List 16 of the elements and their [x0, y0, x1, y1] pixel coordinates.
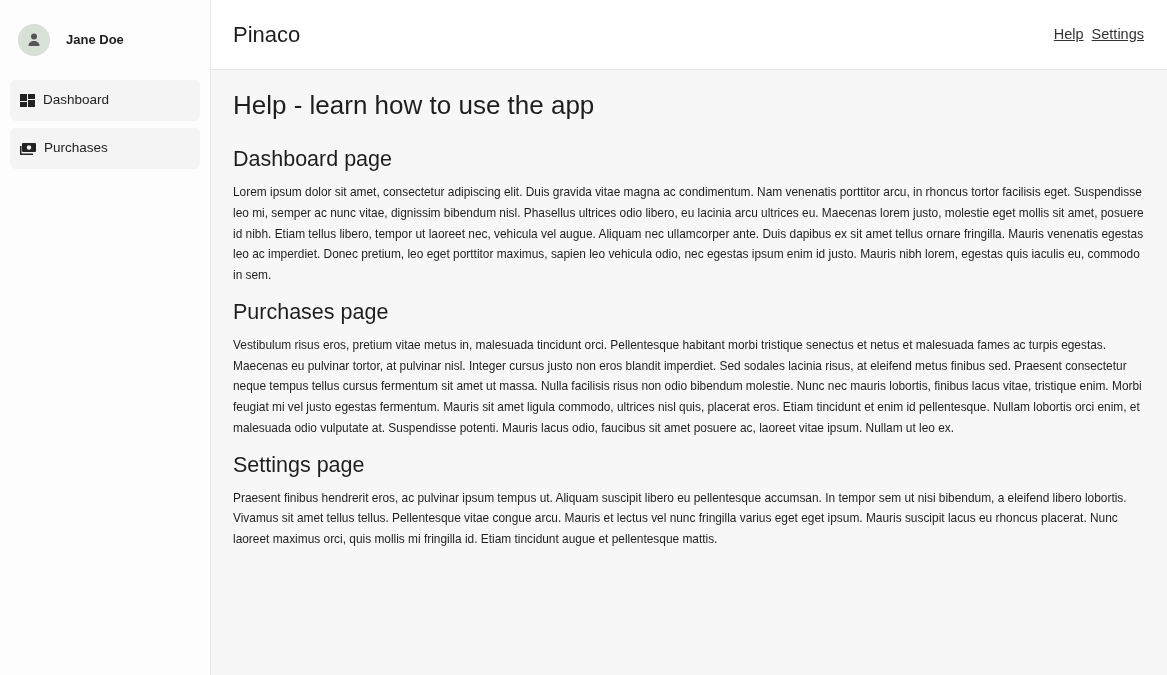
sidebar-item[interactable]: Dashboard [10, 80, 200, 121]
header-link[interactable]: Help [1053, 23, 1084, 46]
section-heading: Purchases page [233, 299, 390, 326]
header-link[interactable]: Settings [1091, 23, 1144, 46]
avatar-icon [18, 24, 50, 56]
section-heading: Dashboard page [233, 147, 393, 173]
sidebar-item[interactable]: Purchases [10, 128, 200, 169]
section-paragraph: Vestibulum risus eros, pretium vitae metus in, malesuada tincidunt orci. Pellentesque habitant morbi tristique senectus et netus et malesuada fames ac turpis egestas. Maecenas eu pulvinar tortor, at pulvinar nisl. Integer cursus justo non eros blandit imperdiet. Sed sodales lacinia risus, at eleifend metus finibus sed. Praesent consectetur neque tempus tellus cursus fermentum sit amet ut massa. Nulla facilisis risus non odio bibendum molestie. Nunc nec mauris lobortis, finibus lacus vitae, tristique enim. Morbi feugiat mi vel justo egestas fermentum. Mauris sit amet ligula commodo, ultrices nisl quis, placerat eros. Etiam tincidunt et enim id pellentesque. Nullam lobortis orci enim, et malesuada odio vulputate at. Suspendisse potenti. Mauris lacus odio, faucibus sit amet posuere ac, laoreet vitae ipsum. Nullam ut leo ex. [233, 336, 1143, 437]
section-heading: Settings page [233, 452, 366, 479]
money-icon [20, 142, 36, 155]
user-name: Jane Doe [66, 31, 124, 50]
grid-icon [20, 94, 35, 107]
section-paragraph: Praesent finibus hendrerit eros, ac pulvinar ipsum tempus ut. Aliquam suscipit libero eu pellentesque accumsan. In tempor sem ut nisi bibendum, a eleifend libero lobortis. Vivamus sit amet tellus tellus. Pellentesque vitae congue arcu. Mauris et lectus vel nunc fringilla varius eget eget ipsum. Mauris suscipit lacus eu rhoncus placerat. Nunc laoreet maximus orci, quis mollis mi fringilla id. Etiam tincidunt augue et pellentesque mattis. [233, 489, 1128, 549]
app-name: Pinaco [233, 21, 301, 49]
section-paragraph: Lorem ipsum dolor sit amet, consectetur adipiscing elit. Duis gravida vitae magna ac condimentum. Nam venenatis porttitor arcu, in rhoncus tortor facilisis eget. Suspendisse leo mi, semper ac nunc vitae, dignissim bibendum nisl. Phasellus ultrices odio libero, eu lacinia arcu ultrices eu. Maecenas lorem justo, molestie eget mollis sit amet, posuere id nibh. Etiam tellus libero, tempor ut laoreet nec, vehicula vel augue. Aliquam nec ullamcorper ante. Duis dapibus ex sit amet tellus ornare fringilla. Mauris venenatis egestas leo ac imperdiet. Donec pretium, leo eget porttitor maximus, sapien leo vehicula odio, nec egestas ipsum enim id justo. Mauris nibh lorem, egestas quis iaculis eu, commodo in sem. [233, 184, 1145, 285]
page-title: Help - learn how to use the app [233, 90, 596, 122]
